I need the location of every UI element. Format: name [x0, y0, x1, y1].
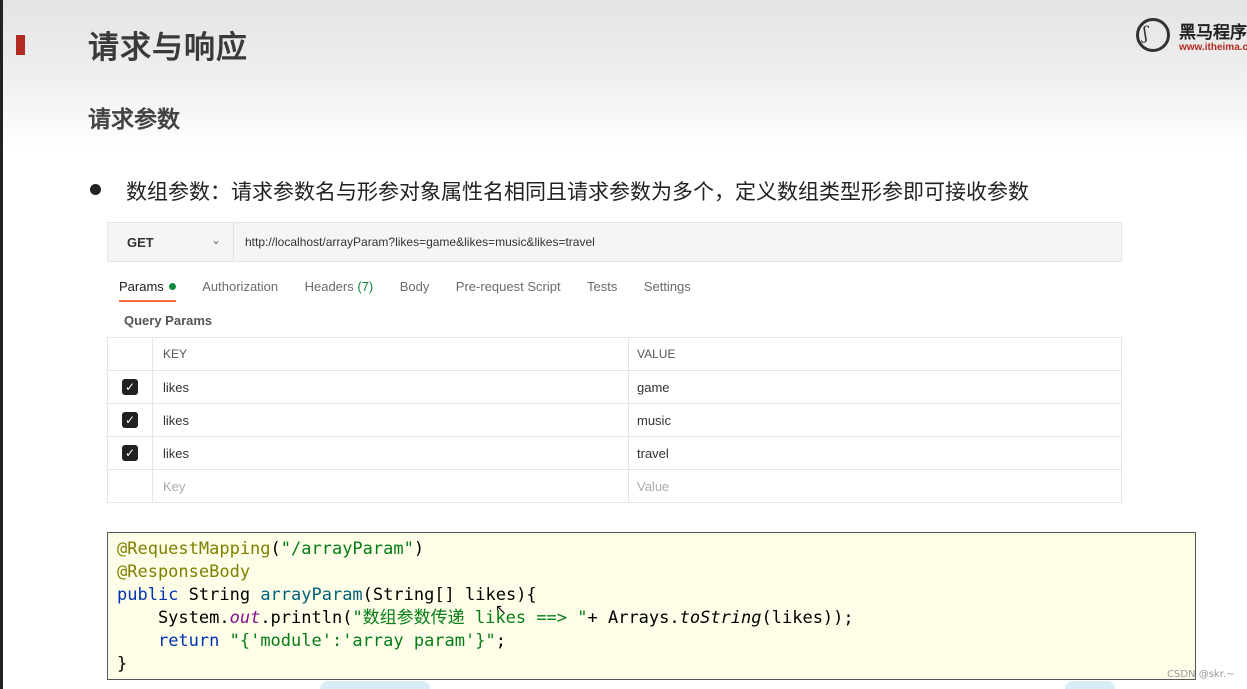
params-indicator-icon — [168, 283, 176, 290]
decorative-shape — [1065, 681, 1115, 689]
mouse-cursor-icon: ↖ — [495, 602, 507, 618]
row-checkbox-cell: ✓ — [107, 403, 153, 437]
checkbox-column-header — [107, 337, 153, 371]
code-punct: ) — [413, 539, 425, 559]
logo-name: 黑马程序 — [1179, 23, 1247, 43]
checkbox-checked-icon[interactable]: ✓ — [122, 412, 138, 428]
watermark: CSDN @skr.~ — [1167, 669, 1235, 680]
tab-label: Settings — [643, 279, 691, 294]
tab-label: Body — [399, 279, 430, 294]
static-method: toString — [679, 608, 762, 628]
param-key-cell[interactable]: likes — [152, 403, 629, 437]
annotation: @ResponseBody — [117, 562, 251, 582]
code-text: .println( — [260, 608, 353, 628]
row-checkbox-cell — [107, 469, 153, 503]
tab-headers[interactable]: Headers (7) — [305, 279, 374, 300]
code-line: return "{'module':'array param'}"; — [117, 630, 1195, 653]
value-column-header: VALUE — [628, 337, 1122, 371]
code-text: } — [117, 654, 128, 674]
method-label: GET — [127, 235, 154, 250]
param-value-cell[interactable]: travel — [628, 436, 1122, 470]
key-column-header: KEY — [152, 337, 629, 371]
tab-settings[interactable]: Settings — [644, 279, 691, 300]
tab-label: Authorization — [202, 279, 279, 294]
postman-panel: GET ⌄ http://localhost/arrayParam?likes=… — [107, 212, 1122, 506]
code-line: System.out.println("数组参数传递 likes ==> "+ … — [117, 607, 1195, 630]
tab-label: Params — [119, 279, 164, 294]
code-block: @RequestMapping("/arrayParam") @Response… — [107, 532, 1196, 680]
window-left-edge — [0, 0, 3, 689]
code-line: public String arrayParam(String[] likes)… — [117, 584, 1195, 607]
code-line: @ResponseBody — [117, 561, 1195, 584]
table-row: ✓ likes game — [107, 370, 1122, 404]
title-accent-mark — [16, 35, 25, 55]
annotation: @RequestMapping — [117, 539, 271, 559]
param-value-cell[interactable]: music — [628, 403, 1122, 437]
code-text: + Arrays. — [587, 608, 680, 628]
code-text: String — [178, 585, 261, 605]
request-bar: GET ⌄ http://localhost/arrayParam?likes=… — [107, 222, 1122, 262]
row-checkbox-cell: ✓ — [107, 436, 153, 470]
tab-params[interactable]: Params — [119, 279, 176, 302]
value-placeholder-cell[interactable]: Value — [628, 469, 1122, 503]
static-field: out — [229, 608, 261, 628]
keyword: return — [157, 631, 220, 651]
code-text: System. — [117, 608, 230, 628]
tab-label: Headers — [304, 279, 354, 294]
chevron-down-icon: ⌄ — [211, 233, 222, 247]
logo-icon — [1136, 18, 1170, 52]
code-text: (likes)); — [761, 608, 854, 628]
bullet-dot-icon — [90, 184, 101, 195]
horse-glyph: ʃ — [1143, 23, 1148, 44]
code-text: (String[] likes){ — [362, 585, 537, 605]
checkbox-checked-icon[interactable]: ✓ — [122, 445, 138, 461]
keyword: public — [117, 585, 179, 605]
method-select[interactable]: GET ⌄ — [108, 223, 234, 261]
headers-count: (7) — [357, 279, 374, 294]
query-params-label: Query Params — [124, 313, 213, 328]
brand-logo: ʃ 黑马程序 www.itheima.c — [1134, 16, 1247, 60]
tab-pre-request-script[interactable]: Pre-request Script — [456, 279, 561, 300]
key-placeholder-cell[interactable]: Key — [152, 469, 629, 503]
logo-url: www.itheima.c — [1179, 42, 1247, 53]
slide-subtitle: 请求参数 — [88, 107, 180, 133]
code-text: ; — [495, 631, 506, 651]
request-tabs: Params Authorization Headers (7) Body Pr… — [119, 278, 713, 302]
string-literal: "数组参数传递 likes ==> " — [352, 608, 588, 628]
param-key-cell[interactable]: likes — [152, 370, 629, 404]
code-punct: ( — [270, 539, 281, 559]
string-literal: "{'module':'array param'}" — [219, 631, 496, 651]
string-literal: "/arrayParam" — [280, 539, 414, 559]
table-header-row: KEY VALUE — [107, 337, 1122, 371]
tab-label: Tests — [587, 279, 618, 294]
code-line: } — [117, 653, 1195, 676]
slide-title: 请求与响应 — [88, 30, 248, 66]
table-row: ✓ likes travel — [107, 436, 1122, 470]
code-line: @RequestMapping("/arrayParam") — [117, 538, 1195, 561]
tab-tests[interactable]: Tests — [587, 279, 617, 300]
tab-body[interactable]: Body — [400, 279, 430, 300]
url-input[interactable]: http://localhost/arrayParam?likes=game&l… — [245, 235, 595, 249]
tab-authorization[interactable]: Authorization — [202, 279, 278, 300]
param-key-cell[interactable]: likes — [152, 436, 629, 470]
tab-label: Pre-request Script — [455, 279, 561, 294]
checkbox-checked-icon[interactable]: ✓ — [122, 379, 138, 395]
decorative-shape — [320, 681, 430, 689]
bullet-text: 数组参数：请求参数名与形参对象属性名相同且请求参数为多个，定义数组类型形参即可接… — [126, 180, 1029, 204]
row-checkbox-cell: ✓ — [107, 370, 153, 404]
method-name: arrayParam — [260, 585, 363, 605]
param-value-cell[interactable]: game — [628, 370, 1122, 404]
table-row-new: Key Value — [107, 469, 1122, 503]
params-table: KEY VALUE ✓ likes game ✓ likes music ✓ l… — [107, 337, 1122, 503]
table-row: ✓ likes music — [107, 403, 1122, 437]
